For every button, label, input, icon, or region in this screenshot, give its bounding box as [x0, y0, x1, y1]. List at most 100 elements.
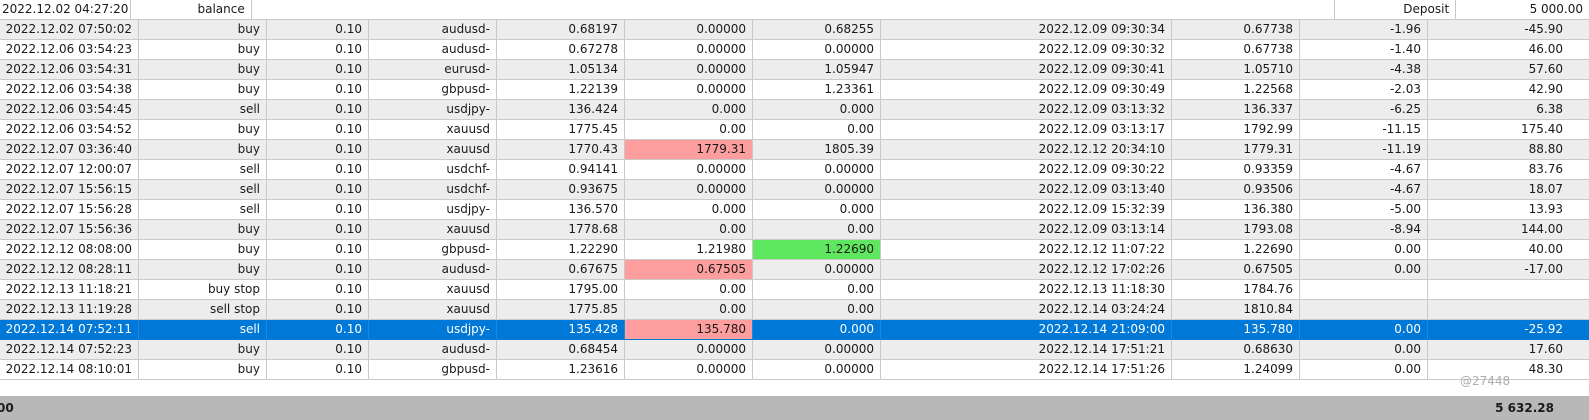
type-cell: buy — [139, 360, 267, 379]
volume-cell: 0.10 — [267, 100, 369, 119]
stop-loss-cell: 0.00000 — [625, 40, 753, 59]
table-row[interactable]: 2022.12.12 08:08:00 buy 0.10 gbpusd- 1.22290… — [0, 240, 1589, 260]
volume-cell: 0.10 — [267, 120, 369, 139]
symbol-cell: xauusd — [369, 300, 497, 319]
take-profit-cell: 0.000 — [753, 200, 881, 219]
table-row[interactable]: 2022.12.12 08:28:11 buy 0.10 audusd- 0.67675… — [0, 260, 1589, 280]
volume-cell: 0.10 — [267, 40, 369, 59]
volume-cell: 0.10 — [267, 220, 369, 239]
table-row[interactable]: 2022.12.07 15:56:36 buy 0.10 xauusd 1778.68 0… — [0, 220, 1589, 240]
stop-loss-cell: 135.780 — [625, 320, 753, 339]
close-price-cell: 1793.08 — [1172, 220, 1300, 239]
profit-cell: 40.00 — [1528, 242, 1563, 256]
volume-cell: 0.10 — [267, 180, 369, 199]
stop-loss-cell: 0.000 — [625, 100, 753, 119]
close-time-cell: 2022.12.09 03:13:40 — [881, 180, 1172, 199]
close-time-cell: 2022.12.09 03:13:32 — [881, 100, 1172, 119]
summary-total-profit: 5 632.28 — [1495, 401, 1554, 415]
type-cell: buy — [139, 20, 267, 39]
open-time-cell: 2022.12.12 08:28:11 — [0, 260, 139, 279]
close-time-cell: 2022.12.09 09:30:49 — [881, 80, 1172, 99]
swap-cell — [1300, 300, 1428, 319]
open-price-cell: 1.22290 — [497, 240, 625, 259]
swap-cell: -1.96 — [1300, 20, 1428, 39]
symbol-cell: usdjpy- — [369, 200, 497, 219]
profit-cell: 5 000.00 — [1529, 2, 1583, 16]
volume-cell: 0.10 — [267, 340, 369, 359]
symbol-cell: xauusd — [369, 220, 497, 239]
stop-loss-cell: 1779.31 — [625, 140, 753, 159]
open-price-cell: 135.428 — [497, 320, 625, 339]
table-row[interactable]: 2022.12.07 12:00:07 sell 0.10 usdchf- 0.9414… — [0, 160, 1589, 180]
take-profit-cell: 1.05947 — [753, 60, 881, 79]
close-price-cell: 1784.76 — [1172, 280, 1300, 299]
close-time-cell: 2022.12.09 15:32:39 — [881, 200, 1172, 219]
open-price-cell: 1778.68 — [497, 220, 625, 239]
close-time-cell: 2022.12.09 09:30:32 — [881, 40, 1172, 59]
table-row[interactable]: 2022.12.06 03:54:38 buy 0.10 gbpusd- 1.22139… — [0, 80, 1589, 100]
profit-cell — [1428, 300, 1569, 319]
profit-cell: 13.93 — [1528, 202, 1563, 216]
type-cell: buy stop — [139, 280, 267, 299]
table-row[interactable]: 2022.12.13 11:18:21 buy stop 0.10 xauusd 179… — [0, 280, 1589, 300]
swap-cell: -4.67 — [1300, 180, 1428, 199]
trade-rows: 2022.12.02 07:50:02 buy 0.10 audusd- 0.68197… — [0, 20, 1589, 380]
stop-loss-cell: 0.00000 — [625, 80, 753, 99]
close-time-cell: 2022.12.14 17:51:21 — [881, 340, 1172, 359]
swap-cell: 0.00 — [1300, 240, 1428, 259]
table-row[interactable]: 2022.12.07 15:56:28 sell 0.10 usdjpy- 136.57… — [0, 200, 1589, 220]
open-time-cell: 2022.12.07 15:56:36 — [0, 220, 139, 239]
comment-cell: Deposit — [1335, 0, 1457, 19]
table-row[interactable]: 2022.12.14 07:52:11 sell 0.10 usdjpy- 135.42… — [0, 320, 1589, 340]
type-cell: sell — [139, 100, 267, 119]
symbol-cell: audusd- — [369, 260, 497, 279]
table-row[interactable]: 2022.12.06 03:54:23 buy 0.10 audusd- 0.67278… — [0, 40, 1589, 60]
open-time-cell: 2022.12.07 15:56:28 — [0, 200, 139, 219]
swap-cell: -11.15 — [1300, 120, 1428, 139]
take-profit-cell: 0.00000 — [753, 180, 881, 199]
symbol-cell: gbpusd- — [369, 360, 497, 379]
open-price-cell: 136.570 — [497, 200, 625, 219]
table-row[interactable]: 2022.12.13 11:19:28 sell stop 0.10 xauusd 17… — [0, 300, 1589, 320]
balance-row[interactable]: 2022.12.02 04:27:20 balance Deposit 5 00… — [0, 0, 1589, 20]
stop-loss-cell: 0.00000 — [625, 160, 753, 179]
take-profit-cell: 0.00000 — [753, 340, 881, 359]
swap-cell: -1.40 — [1300, 40, 1428, 59]
volume-cell: 0.10 — [267, 280, 369, 299]
table-row[interactable]: 2022.12.07 15:56:15 sell 0.10 usdchf- 0.9367… — [0, 180, 1589, 200]
symbol-cell: gbpusd- — [369, 80, 497, 99]
type-cell: buy — [139, 240, 267, 259]
close-time-cell: 2022.12.14 17:51:26 — [881, 360, 1172, 379]
close-price-cell: 136.337 — [1172, 100, 1300, 119]
close-time-cell: 2022.12.13 11:18:30 — [881, 280, 1172, 299]
take-profit-cell: 1805.39 — [753, 140, 881, 159]
volume-cell: 0.10 — [267, 60, 369, 79]
table-row[interactable]: 2022.12.06 03:54:45 sell 0.10 usdjpy- 136.42… — [0, 100, 1589, 120]
profit-cell: 6.38 — [1536, 102, 1563, 116]
close-price-cell: 135.780 — [1172, 320, 1300, 339]
type-cell: sell — [139, 180, 267, 199]
profit-cell — [1428, 280, 1569, 299]
table-row[interactable]: 2022.12.06 03:54:52 buy 0.10 xauusd 1775.45 0… — [0, 120, 1589, 140]
close-time-cell: 2022.12.12 20:34:10 — [881, 140, 1172, 159]
swap-cell: 0.00 — [1300, 320, 1428, 339]
swap-cell: -4.67 — [1300, 160, 1428, 179]
take-profit-cell: 0.00000 — [753, 160, 881, 179]
swap-cell: 0.00 — [1300, 360, 1428, 379]
table-row[interactable]: 2022.12.06 03:54:31 buy 0.10 eurusd- 1.05134… — [0, 60, 1589, 80]
table-row[interactable]: 2022.12.14 08:10:01 buy 0.10 gbpusd- 1.23616… — [0, 360, 1589, 380]
stop-loss-cell: 0.00000 — [625, 340, 753, 359]
close-price-cell: 136.380 — [1172, 200, 1300, 219]
table-row[interactable]: 2022.12.14 07:52:23 buy 0.10 audusd- 0.68454… — [0, 340, 1589, 360]
close-time-cell: 2022.12.12 17:02:26 — [881, 260, 1172, 279]
volume-cell: 0.10 — [267, 320, 369, 339]
take-profit-cell: 0.00 — [753, 220, 881, 239]
table-row[interactable]: 2022.12.02 07:50:02 buy 0.10 audusd- 0.68197… — [0, 20, 1589, 40]
profit-cell: 42.90 — [1528, 82, 1563, 96]
take-profit-cell: 0.00 — [753, 120, 881, 139]
swap-cell: -4.38 — [1300, 60, 1428, 79]
open-price-cell: 1775.85 — [497, 300, 625, 319]
open-time-cell: 2022.12.02 04:27:20 — [0, 0, 132, 19]
table-row[interactable]: 2022.12.07 03:36:40 buy 0.10 xauusd 1770.43 1… — [0, 140, 1589, 160]
close-price-cell: 1792.99 — [1172, 120, 1300, 139]
